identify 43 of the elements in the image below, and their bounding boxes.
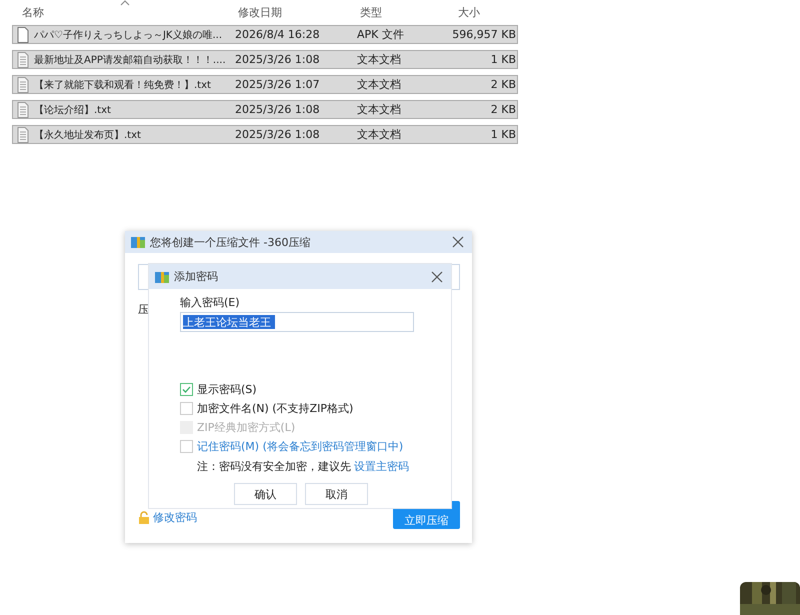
file-size: 2 KB — [490, 78, 517, 91]
modified-date: 2025/3/26 1:08 — [234, 128, 321, 141]
file-row[interactable]: 最新地址及APP请发邮箱自动获取！！！.... 2025/3/26 1:08 文本文档 1 KB — [12, 50, 518, 69]
file-row[interactable]: 【永久地址发布页】.txt 2025/3/26 1:08 文本文档 1 KB — [12, 125, 518, 144]
file-size: 596,957 KB — [451, 28, 517, 41]
field-label: 压 — [138, 302, 149, 317]
column-header[interactable]: 名称 — [12, 4, 228, 20]
dialog-button[interactable]: 确认 — [234, 483, 297, 505]
file-type: 文本文档 — [356, 52, 402, 67]
option-label: 显示密码(S) — [197, 382, 257, 396]
column-header[interactable]: 修改日期 — [228, 4, 350, 20]
file-row[interactable]: 【论坛介绍】.txt 2025/3/26 1:08 文本文档 2 KB — [12, 100, 518, 119]
column-header[interactable]: 大小 — [450, 4, 518, 20]
modified-date: 2026/8/4 16:28 — [234, 28, 321, 41]
file-type: APK 文件 — [356, 27, 405, 42]
file-type: 文本文档 — [356, 77, 402, 92]
file-size: 1 KB — [490, 128, 517, 141]
file-size: 1 KB — [490, 53, 517, 66]
modified-date: 2025/3/26 1:08 — [234, 103, 321, 116]
file-name: 【来了就能下载和观看！纯免费！】.txt — [34, 78, 211, 92]
dialog-button[interactable]: 取消 — [305, 483, 368, 505]
option-label: ZIP经典加密方式(L) — [197, 420, 296, 434]
option-link[interactable]: 记住密码(M) (将会备忘到密码管理窗口中) — [197, 438, 404, 454]
file-name: 【永久地址发布页】.txt — [34, 128, 141, 142]
field-label: 输入密码(E) — [180, 295, 241, 310]
option-label: 加密文件名(N) (不支持ZIP格式) — [197, 400, 354, 416]
file-row[interactable]: 【来了就能下载和观看！纯免费！】.txt 2025/3/26 1:07 文本文档 2 KB — [12, 75, 518, 94]
file-name: パパ♡子作りえっちしよっ～JK义娘の唯... — [34, 28, 222, 42]
file-name: 最新地址及APP请发邮箱自动获取！！！.... — [34, 54, 226, 66]
master-password-link[interactable]: 设置主密码 — [354, 459, 409, 474]
dialog-title: 添加密码 — [174, 269, 219, 284]
file-name: 【论坛介绍】.txt — [34, 104, 111, 116]
modified-date: 2025/3/26 1:07 — [234, 78, 321, 91]
modified-date: 2025/3/26 1:08 — [234, 53, 321, 66]
file-type: 文本文档 — [356, 102, 402, 117]
change-password-link[interactable]: 修改密码 — [153, 510, 197, 525]
password-field[interactable]: 上老王论坛当老王 — [180, 312, 414, 332]
window-title: 您将创建一个压缩文件 -360压缩 — [150, 234, 312, 250]
file-type: 文本文档 — [356, 127, 402, 142]
note-text: 注：密码没有安全加密，建议先 — [197, 459, 351, 474]
file-size: 2 KB — [490, 103, 517, 116]
column-header[interactable]: 类型 — [350, 4, 450, 20]
file-row[interactable]: パパ♡子作りえっちしよっ～JK义娘の唯... 2026/8/4 16:28 APK 文件 596,957 KB — [12, 25, 518, 44]
